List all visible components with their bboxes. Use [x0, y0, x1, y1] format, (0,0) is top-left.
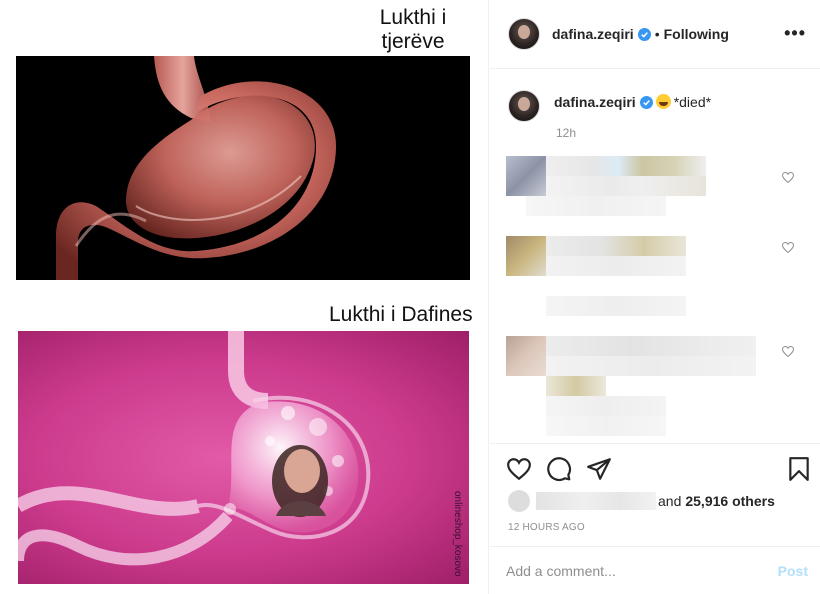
following-button[interactable]: Following	[664, 26, 729, 42]
stomach-image-pink: onlineshop_kosovo	[18, 331, 469, 584]
watermark: onlineshop_kosovo	[452, 491, 463, 577]
blurred-avatar	[506, 156, 546, 196]
add-comment-input[interactable]	[506, 561, 756, 581]
blurred-text	[546, 416, 666, 436]
share-icon[interactable]	[586, 456, 612, 482]
verified-badge-icon	[637, 27, 651, 41]
caption-body: *died*	[673, 94, 712, 110]
blurred-avatar	[506, 236, 546, 276]
post-sidebar: dafina.zeqiri • Following ••• dafina.zeq…	[490, 0, 820, 594]
meme-caption-bottom: Lukthi i Dafines	[329, 303, 473, 326]
caption-avatar[interactable]	[508, 90, 540, 122]
blurred-text	[546, 236, 686, 256]
likes-and: and	[658, 493, 682, 509]
post-caption: dafina.zeqiri *died*	[508, 90, 711, 122]
post-actions: and 25,916 others 12 HOURS AGO	[490, 443, 820, 546]
header-username[interactable]: dafina.zeqiri	[552, 26, 634, 42]
comments-list[interactable]	[490, 150, 820, 442]
blurred-text	[546, 296, 686, 316]
stomach-image-realistic	[16, 56, 470, 280]
blurred-text	[546, 176, 706, 196]
add-comment-bar: Post	[490, 546, 820, 594]
blurred-text	[546, 156, 706, 176]
blurred-text	[526, 196, 666, 216]
post-media[interactable]: Lukthi i tjerëve Lukthi i Dafines online…	[0, 0, 489, 594]
blurred-text	[546, 256, 686, 276]
like-comment-heart-icon[interactable]	[782, 172, 794, 183]
blurred-liker-name	[536, 492, 656, 510]
crying-face-emoji-icon	[655, 94, 671, 109]
more-options-icon[interactable]: •••	[784, 23, 806, 44]
like-comment-heart-icon[interactable]	[782, 242, 794, 253]
separator-dot: •	[654, 26, 660, 42]
blurred-text	[546, 396, 666, 416]
post-header: dafina.zeqiri • Following •••	[490, 0, 820, 69]
verified-badge-icon	[639, 96, 653, 109]
likes-avatar[interactable]	[508, 490, 530, 512]
likes-count[interactable]: 25,916 others	[685, 493, 775, 509]
post-comment-button[interactable]: Post	[778, 563, 808, 579]
bookmark-icon[interactable]	[786, 456, 812, 482]
caption-time[interactable]: 12h	[556, 126, 576, 140]
like-comment-heart-icon[interactable]	[782, 346, 794, 357]
meme-caption-top: Lukthi i tjerëve	[379, 6, 447, 53]
likes-summary: and 25,916 others	[508, 490, 775, 512]
avatar[interactable]	[508, 18, 540, 50]
blurred-text	[546, 336, 756, 356]
heart-icon[interactable]	[506, 456, 532, 482]
posted-time[interactable]: 12 HOURS AGO	[508, 522, 585, 533]
caption-text: dafina.zeqiri *died*	[554, 93, 711, 111]
blurred-text	[546, 376, 606, 396]
caption-username[interactable]: dafina.zeqiri	[554, 94, 636, 110]
blurred-text	[546, 356, 756, 376]
comment-icon[interactable]	[546, 456, 572, 482]
blurred-avatar	[506, 336, 546, 376]
